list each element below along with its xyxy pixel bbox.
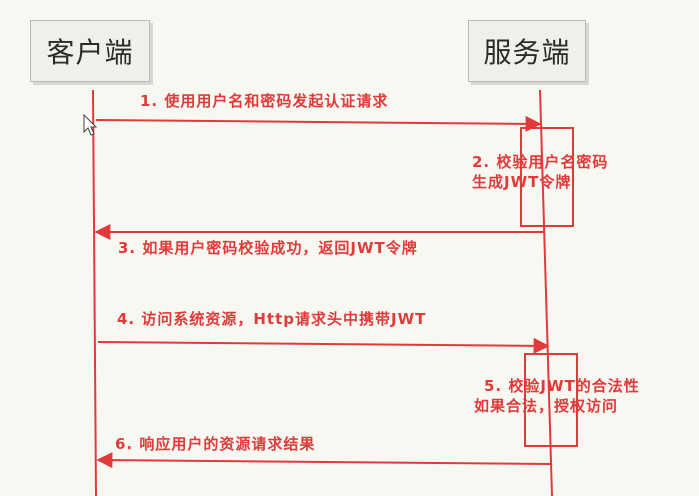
step-2-label: 2. 校验用户名密码 生成JWT令牌 [472, 152, 608, 192]
step-4-label: 4. 访问系统资源，Http请求头中携带JWT [117, 310, 427, 328]
server-lifeline [539, 89, 553, 496]
step-5-label: 5. 校验JWT的合法性 如果合法，授权访问 [474, 376, 640, 416]
step-3-label: 3. 如果用户密码校验成功，返回JWT令牌 [118, 239, 418, 257]
step-5-line-2: 如果合法，授权访问 [474, 397, 619, 415]
arrow-step-4 [97, 337, 550, 354]
arrow-step-6 [96, 452, 551, 469]
step-6-label: 6. 响应用户的资源请求结果 [115, 435, 316, 453]
client-participant: 客户端 [30, 20, 150, 82]
server-participant: 服务端 [468, 20, 586, 82]
step-1-label: 1. 使用用户名和密码发起认证请求 [140, 92, 389, 110]
client-lifeline [92, 89, 97, 496]
arrow-step-1 [95, 115, 542, 132]
step-5-line-1: 5. 校验JWT的合法性 [484, 377, 640, 395]
step-2-line-1: 2. 校验用户名密码 [472, 153, 609, 171]
step-2-line-2: 生成JWT令牌 [472, 173, 572, 191]
